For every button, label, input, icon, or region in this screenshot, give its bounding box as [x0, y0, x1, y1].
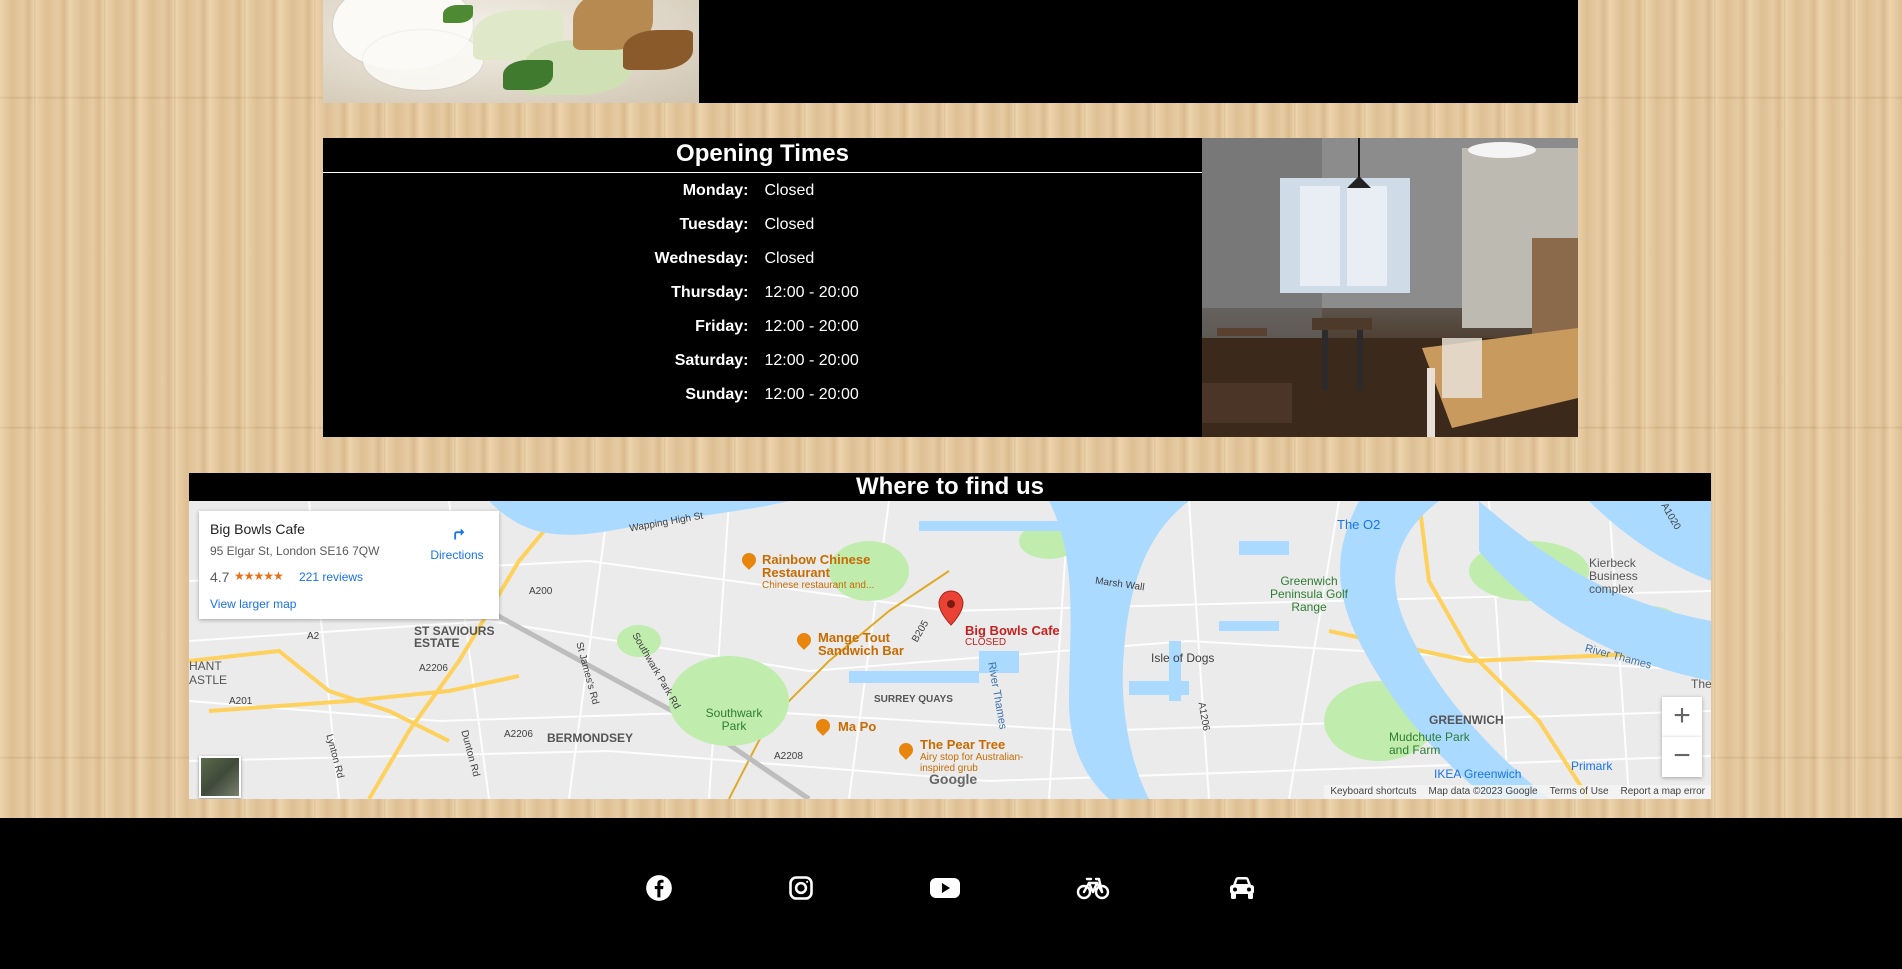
map-label: A2206 — [504, 729, 533, 740]
poi-name[interactable]: The Pear Tree — [920, 737, 1005, 752]
find-us-title: Where to find us — [189, 473, 1711, 501]
map-label: ST SAVIOURS ESTATE — [414, 624, 495, 650]
cafe-interior-photo — [1202, 138, 1578, 437]
map-label: Primark — [1571, 759, 1613, 773]
hours-row: Thursday: 12:00 - 20:00 — [323, 283, 1202, 317]
map-label: A2208 — [774, 751, 803, 762]
map-label: Southwark Park — [705, 706, 763, 733]
rating-stars-icon: ★★★★★ — [234, 569, 284, 583]
zoom-in-button[interactable]: + — [1662, 697, 1702, 737]
opening-times-title: Opening Times — [323, 138, 1202, 173]
poi-name[interactable]: Rainbow Chinese Restaurant — [762, 553, 902, 579]
time-value: 12:00 - 20:00 — [764, 318, 859, 335]
map-label: The O2 — [1337, 517, 1381, 532]
hours-row: Tuesday: Closed — [323, 215, 1202, 249]
google-map[interactable]: Wapping High St ST SAVIOURS ESTATE HANT … — [189, 501, 1711, 799]
view-larger-map-link[interactable]: View larger map — [210, 597, 296, 611]
hours-row: Monday: Closed — [323, 181, 1202, 215]
google-logo: Google — [929, 771, 978, 787]
hours-row: Wednesday: Closed — [323, 249, 1202, 283]
time-value: 12:00 - 20:00 — [764, 352, 859, 369]
time-value: Closed — [764, 182, 815, 199]
content-panel — [699, 0, 1578, 103]
day-label: Friday: — [695, 318, 749, 335]
opening-hours-table: Monday: Closed Tuesday: Closed Wednesday: C… — [323, 181, 1202, 419]
keyboard-shortcuts-link[interactable]: Keyboard shortcuts — [1330, 785, 1416, 799]
map-label: SURREY QUAYS — [874, 694, 953, 705]
map-label: Mudchute Park and Farm — [1389, 730, 1470, 757]
report-error-link[interactable]: Report a map error — [1621, 785, 1705, 799]
time-value: Closed — [764, 216, 815, 233]
place-address: 95 Elgar St, London SE16 7QW — [210, 544, 380, 558]
terms-link[interactable]: Terms of Use — [1550, 785, 1609, 799]
map-label: Greenwich Peninsula Golf Range — [1269, 574, 1349, 614]
zoom-out-button[interactable]: − — [1662, 737, 1702, 777]
map-label: A201 — [229, 696, 253, 707]
directions-button[interactable]: Directions — [425, 523, 489, 562]
place-name: Big Bowls Cafe — [210, 521, 305, 537]
poi-description: Chinese restaurant and... — [762, 580, 875, 591]
facebook-icon[interactable] — [641, 870, 677, 906]
day-label: Tuesday: — [679, 216, 749, 233]
map-label: GREENWICH — [1429, 713, 1504, 727]
time-value: Closed — [764, 250, 815, 267]
marker-status: CLOSED — [965, 637, 1007, 648]
map-label: The Tha — [1691, 677, 1711, 691]
time-value: 12:00 - 20:00 — [764, 284, 859, 301]
map-label: BERMONDSEY — [547, 731, 634, 745]
map-label: A200 — [529, 586, 553, 597]
instagram-icon[interactable] — [783, 870, 819, 906]
map-label: IKEA Greenwich — [1434, 767, 1522, 781]
poi-name[interactable]: Mange Tout Sandwich Bar — [818, 631, 918, 657]
day-label: Sunday: — [685, 386, 749, 403]
directions-label: Directions — [430, 548, 484, 562]
map-label: Kierbeck Business complex — [1589, 556, 1638, 596]
opening-times-panel: Opening Times Monday: Closed Tuesday: Clos… — [323, 138, 1202, 437]
hours-row: Sunday: 12:00 - 20:00 — [323, 385, 1202, 419]
food-photo — [323, 0, 699, 103]
map-label: A2206 — [419, 663, 448, 674]
place-info-card: Big Bowls Cafe 95 Elgar St, London SE16 … — [199, 511, 499, 619]
cafe-interior-illustration — [1202, 138, 1578, 437]
day-label: Monday: — [682, 182, 749, 199]
directions-icon — [447, 524, 467, 544]
map-label: HANT ASTLE — [189, 659, 228, 687]
youtube-icon[interactable] — [927, 870, 963, 906]
place-rating: 4.7 — [210, 569, 230, 585]
map-attribution: Keyboard shortcuts Map data ©2023 Google… — [1324, 785, 1711, 799]
hours-row: Saturday: 12:00 - 20:00 — [323, 351, 1202, 385]
map-label: Isle of Dogs — [1151, 651, 1215, 665]
car-icon[interactable] — [1224, 870, 1260, 906]
day-label: Wednesday: — [654, 250, 749, 267]
map-data-text: Map data ©2023 Google — [1428, 786, 1538, 797]
hours-row: Friday: 12:00 - 20:00 — [323, 317, 1202, 351]
day-label: Thursday: — [671, 284, 749, 301]
satellite-toggle[interactable] — [199, 756, 241, 798]
map-label: A2 — [307, 631, 320, 642]
poi-name[interactable]: Ma Po — [838, 719, 876, 734]
time-value: 12:00 - 20:00 — [764, 386, 859, 403]
marker-name[interactable]: Big Bowls Cafe — [965, 623, 1060, 638]
reviews-link[interactable]: 221 reviews — [299, 570, 363, 584]
bicycle-icon[interactable] — [1075, 870, 1111, 906]
day-label: Saturday: — [674, 352, 749, 369]
